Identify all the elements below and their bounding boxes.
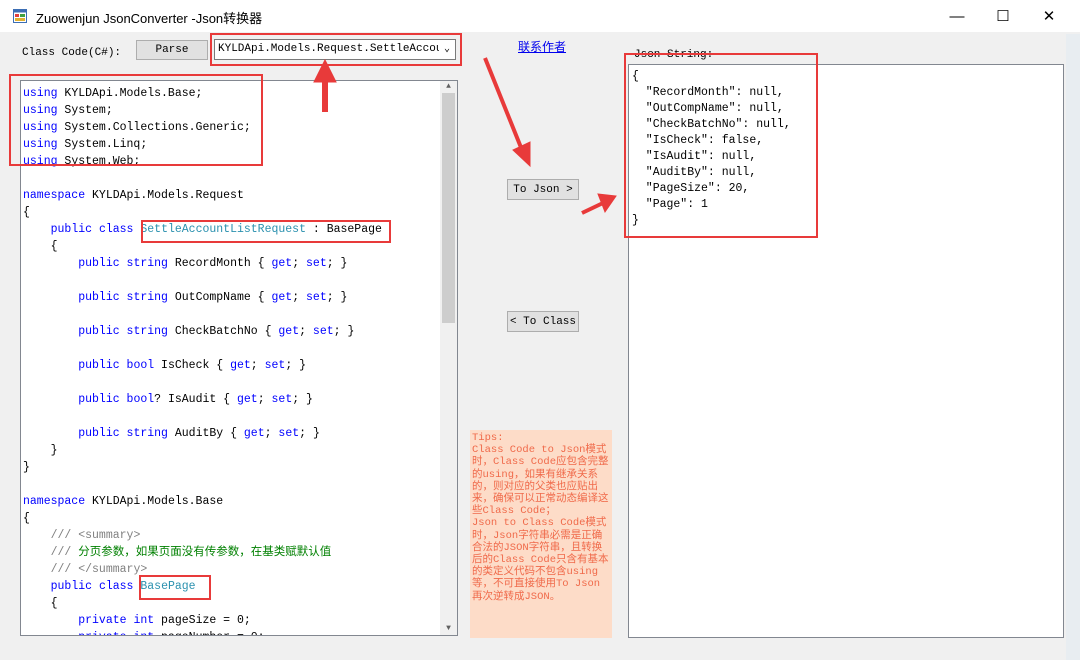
- converter-window: Zuowenjun JsonConverter -Json转换器 — ☐ ✕ C…: [0, 0, 1080, 660]
- annotation-arrows: [313, 57, 617, 215]
